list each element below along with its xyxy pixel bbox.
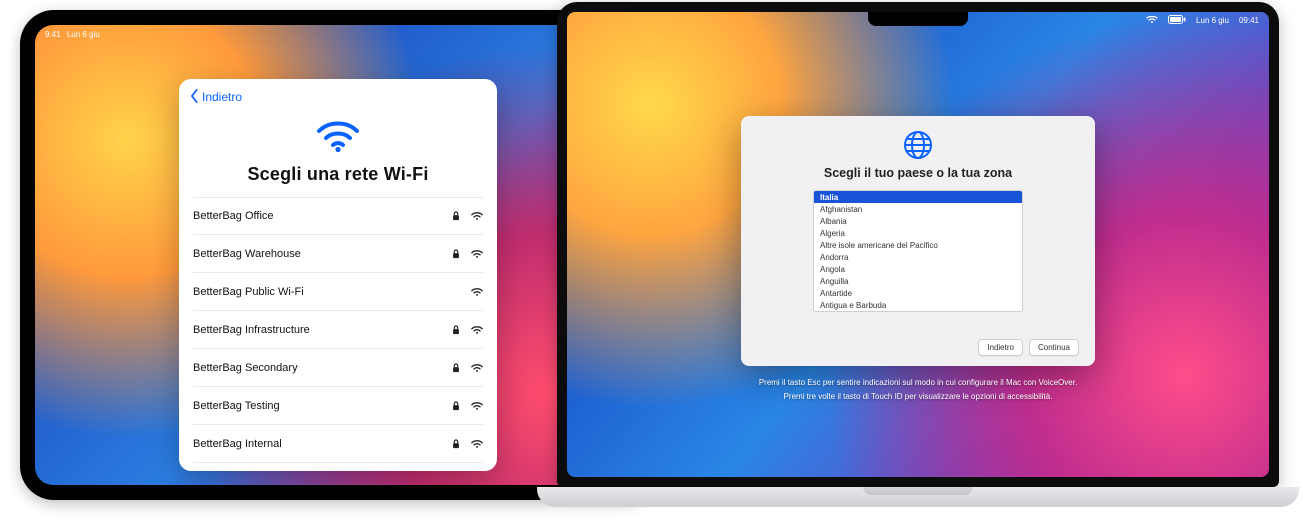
wifi-network-row[interactable]: BetterBag Internal (193, 463, 483, 471)
country-list-item[interactable]: Italia (814, 191, 1022, 203)
back-button[interactable]: Indietro (189, 89, 242, 106)
wifi-signal-icon (471, 401, 483, 411)
battery-menubar-icon[interactable] (1168, 15, 1186, 26)
country-list-item[interactable]: Antartide (814, 287, 1022, 299)
wifi-signal-icon (471, 363, 483, 373)
country-list-item[interactable]: Altre isole americane del Pacifico (814, 239, 1022, 251)
ipad-status-time: 9:41 (45, 30, 61, 39)
country-list-item[interactable]: Antigua e Barbuda (814, 299, 1022, 311)
ipad-panel-header: Indietro (179, 79, 497, 115)
mac-continue-button[interactable]: Continua (1029, 339, 1079, 356)
country-list-item[interactable]: Afghanistan (814, 203, 1022, 215)
lock-icon (451, 211, 461, 221)
wifi-network-row[interactable]: BetterBag Public Wi-Fi (193, 273, 483, 311)
mac-menubar-time: 09:41 (1239, 16, 1259, 25)
wifi-network-name: BetterBag Infrastructure (193, 324, 310, 336)
chevron-left-icon (189, 89, 200, 106)
country-list-item[interactable]: Anguilla (814, 275, 1022, 287)
country-list-item[interactable]: Albania (814, 215, 1022, 227)
lock-icon (451, 439, 461, 449)
wifi-network-row[interactable]: BetterBag Secondary (193, 349, 483, 387)
mac-dialog-hero: Scegli il tuo paese o la tua zona (757, 130, 1079, 180)
wifi-hero: Scegli una rete Wi-Fi (179, 115, 497, 197)
country-list-item[interactable]: Arabia Saudita (814, 311, 1022, 312)
wifi-menubar-icon[interactable] (1146, 15, 1158, 26)
wifi-signal-icon (471, 211, 483, 221)
lock-icon (451, 363, 461, 373)
mac-voiceover-hint: Premi il tasto Esc per sentire indicazio… (567, 378, 1269, 387)
mac-back-button[interactable]: Indietro (978, 339, 1023, 356)
back-button-label: Indietro (202, 90, 242, 104)
country-list[interactable]: ItaliaAfghanistanAlbaniaAlgeriaAltre iso… (813, 190, 1023, 312)
wifi-icon (316, 140, 360, 157)
wifi-network-name: BetterBag Internal (193, 438, 282, 450)
wifi-network-row[interactable]: BetterBag Testing (193, 387, 483, 425)
wifi-title: Scegli una rete Wi-Fi (179, 164, 497, 185)
wifi-network-row[interactable]: BetterBag Internal (193, 425, 483, 463)
globe-icon (903, 130, 933, 160)
lock-icon (451, 401, 461, 411)
country-list-item[interactable]: Algeria (814, 227, 1022, 239)
lock-icon (451, 249, 461, 259)
mac-menubar-date: Lun 6 giu (1196, 16, 1229, 25)
country-list-item[interactable]: Andorra (814, 251, 1022, 263)
wifi-network-name: BetterBag Secondary (193, 362, 298, 374)
ipad-setup-panel: Indietro Scegli una rete Wi-Fi BetterBag… (179, 79, 497, 471)
macbook-lid: Lun 6 giu 09:41 Scegli il tuo paese o la… (557, 2, 1279, 487)
macbook-screen: Lun 6 giu 09:41 Scegli il tuo paese o la… (567, 12, 1269, 477)
wifi-network-row[interactable]: BetterBag Infrastructure (193, 311, 483, 349)
macbook-base (537, 487, 1299, 507)
wifi-network-name: BetterBag Testing (193, 400, 280, 412)
wifi-network-name: BetterBag Warehouse (193, 248, 301, 260)
wifi-network-name: BetterBag Public Wi-Fi (193, 286, 304, 298)
mac-dialog-title: Scegli il tuo paese o la tua zona (757, 166, 1079, 180)
wifi-network-list[interactable]: BetterBag Office BetterBag Warehouse Bette… (179, 197, 497, 471)
wifi-network-row[interactable]: BetterBag Warehouse (193, 235, 483, 273)
lock-icon (451, 325, 461, 335)
mac-accessibility-hint: Premi tre volte il tasto di Touch ID per… (567, 392, 1269, 401)
wifi-signal-icon (471, 249, 483, 259)
macbook-notch (868, 12, 968, 26)
mac-setup-dialog: Scegli il tuo paese o la tua zona Italia… (741, 116, 1095, 366)
ipad-status-date: Lun 6 giu (67, 30, 100, 39)
wifi-signal-icon (471, 439, 483, 449)
mac-dialog-footer: Indietro Continua (757, 331, 1079, 356)
country-list-item[interactable]: Angola (814, 263, 1022, 275)
wifi-signal-icon (471, 325, 483, 335)
macbook-device: Lun 6 giu 09:41 Scegli il tuo paese o la… (537, 0, 1299, 519)
wifi-signal-icon (471, 287, 483, 297)
wifi-network-name: BetterBag Office (193, 210, 274, 222)
wifi-network-row[interactable]: BetterBag Office (193, 197, 483, 235)
